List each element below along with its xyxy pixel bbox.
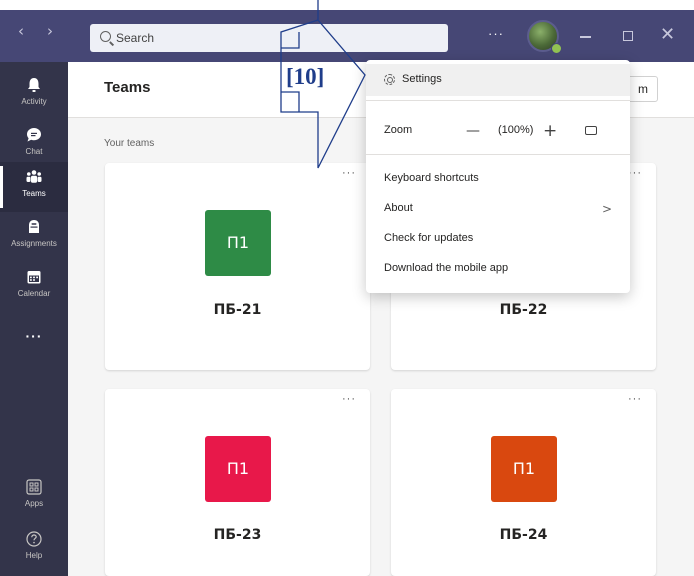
- team-name: ПБ-23: [213, 527, 262, 543]
- menu-item-download-app[interactable]: Download the mobile app: [366, 262, 630, 278]
- settings-menu: Settings Zoom — (100%) + Keyboard shortc…: [366, 60, 630, 293]
- card-menu-button[interactable]: ···: [628, 167, 642, 179]
- calendar-icon: [27, 271, 41, 284]
- rail-item-apps[interactable]: Apps: [0, 472, 68, 522]
- bell-icon: [28, 78, 40, 92]
- menu-item-label: About: [384, 202, 413, 214]
- team-card[interactable]: ··· П1 ПБ-24: [391, 389, 656, 576]
- rail-item-more[interactable]: ···: [0, 312, 68, 362]
- rail-item-calendar[interactable]: Calendar: [0, 262, 68, 312]
- page-title: Teams: [104, 79, 151, 96]
- menu-item-label: Check for updates: [384, 232, 474, 244]
- search-placeholder: Search: [116, 31, 155, 45]
- rail-label: Activity: [21, 97, 47, 106]
- rail-item-help[interactable]: Help: [0, 524, 68, 574]
- help-icon: [26, 531, 42, 547]
- maximize-icon[interactable]: [623, 31, 633, 41]
- menu-divider: [366, 154, 630, 155]
- rail-label: Calendar: [17, 289, 51, 298]
- team-card[interactable]: ··· П1 ПБ-23: [105, 389, 370, 576]
- forward-icon[interactable]: ›: [47, 22, 53, 40]
- zoom-label: Zoom: [384, 124, 413, 136]
- team-tile: П1: [491, 436, 557, 502]
- team-name: ПБ-24: [499, 527, 548, 543]
- rail-item-assignments[interactable]: Assignments: [0, 212, 68, 262]
- menu-item-label: Keyboard shortcuts: [384, 172, 479, 184]
- apps-icon: [26, 479, 42, 495]
- assignments-icon: [29, 220, 39, 233]
- search-icon: [100, 31, 111, 42]
- rail-item-teams[interactable]: Teams: [0, 162, 68, 212]
- zoom-value: (100%): [498, 124, 534, 136]
- more-options-button[interactable]: ···: [488, 26, 504, 41]
- close-icon[interactable]: ✕: [660, 24, 675, 45]
- menu-item-about[interactable]: About >: [366, 202, 630, 218]
- fullscreen-icon[interactable]: [585, 126, 597, 135]
- menu-item-keyboard-shortcuts[interactable]: Keyboard shortcuts: [366, 172, 630, 188]
- rail-label: Help: [25, 551, 43, 560]
- chevron-right-icon: >: [602, 202, 613, 216]
- card-menu-button[interactable]: ···: [628, 393, 642, 405]
- back-icon[interactable]: ‹: [18, 22, 24, 40]
- chat-icon: [27, 128, 41, 142]
- menu-item-label: Settings: [402, 73, 442, 85]
- team-card[interactable]: ··· П1 ПБ-21: [105, 163, 370, 370]
- rail-label: Teams: [22, 189, 46, 198]
- menu-zoom-row: Zoom — (100%) +: [366, 121, 630, 141]
- zoom-out-button[interactable]: —: [466, 123, 480, 139]
- zoom-in-button[interactable]: +: [543, 121, 557, 141]
- menu-divider: [366, 100, 630, 101]
- team-name: ПБ-21: [213, 302, 262, 318]
- section-label: Your teams: [104, 138, 155, 149]
- more-icon: ···: [25, 328, 43, 344]
- team-tile: П1: [205, 436, 271, 502]
- menu-item-settings[interactable]: Settings: [366, 64, 630, 96]
- annotation-label: [10]: [286, 64, 325, 89]
- minimize-icon[interactable]: [580, 36, 591, 38]
- gear-icon: [384, 74, 395, 85]
- rail-item-activity[interactable]: Activity: [0, 70, 68, 120]
- rail-label: Apps: [24, 499, 44, 508]
- team-tile: П1: [205, 210, 271, 276]
- rail-label: Chat: [25, 147, 43, 156]
- teams-icon: [26, 170, 42, 183]
- team-name: ПБ-22: [499, 302, 548, 318]
- app-rail: Activity Chat Teams Assignments Calendar…: [0, 62, 68, 576]
- avatar[interactable]: [527, 20, 562, 54]
- annotation-arrow-icon: [280, 0, 366, 169]
- join-team-button-label: m: [638, 82, 648, 96]
- card-menu-button[interactable]: ···: [342, 393, 356, 405]
- menu-item-label: Download the mobile app: [384, 262, 509, 274]
- rail-label: Assignments: [11, 239, 57, 248]
- menu-item-check-updates[interactable]: Check for updates: [366, 232, 630, 248]
